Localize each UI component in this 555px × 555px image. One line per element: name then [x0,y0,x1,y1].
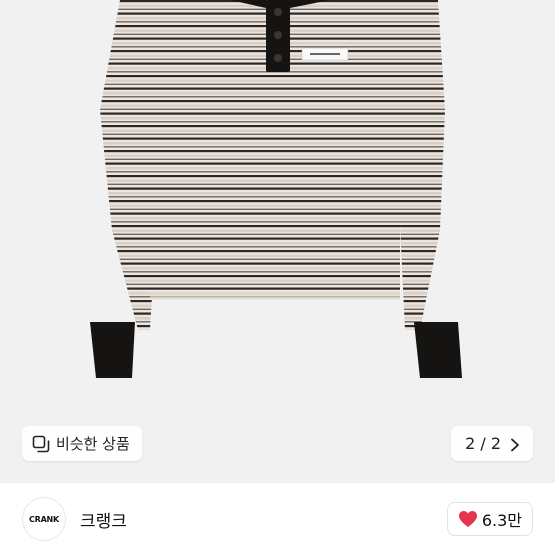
similar-items-label: 비슷한 상품 [56,435,130,453]
similar-items-icon [32,435,50,453]
chevron-right-icon [509,437,521,451]
shop-avatar-logo-text: CRANK [28,514,60,524]
like-count: 6.3만 [481,511,522,530]
similar-items-button[interactable]: 비슷한 상품 [22,426,142,461]
image-pager[interactable]: 2 / 2 [451,426,533,461]
heart-icon [458,510,478,528]
shop-name[interactable]: 크랭크 [80,507,127,532]
like-button[interactable]: 6.3만 [446,502,533,536]
image-page-indicator: 2 / 2 [465,434,501,453]
shop-avatar[interactable]: CRANK [22,497,66,541]
striped-shirt-image [90,0,462,378]
shop-row[interactable]: CRANK 크랭크 6.3만 [0,483,555,555]
product-image[interactable]: 비슷한 상품 2 / 2 [0,0,555,483]
